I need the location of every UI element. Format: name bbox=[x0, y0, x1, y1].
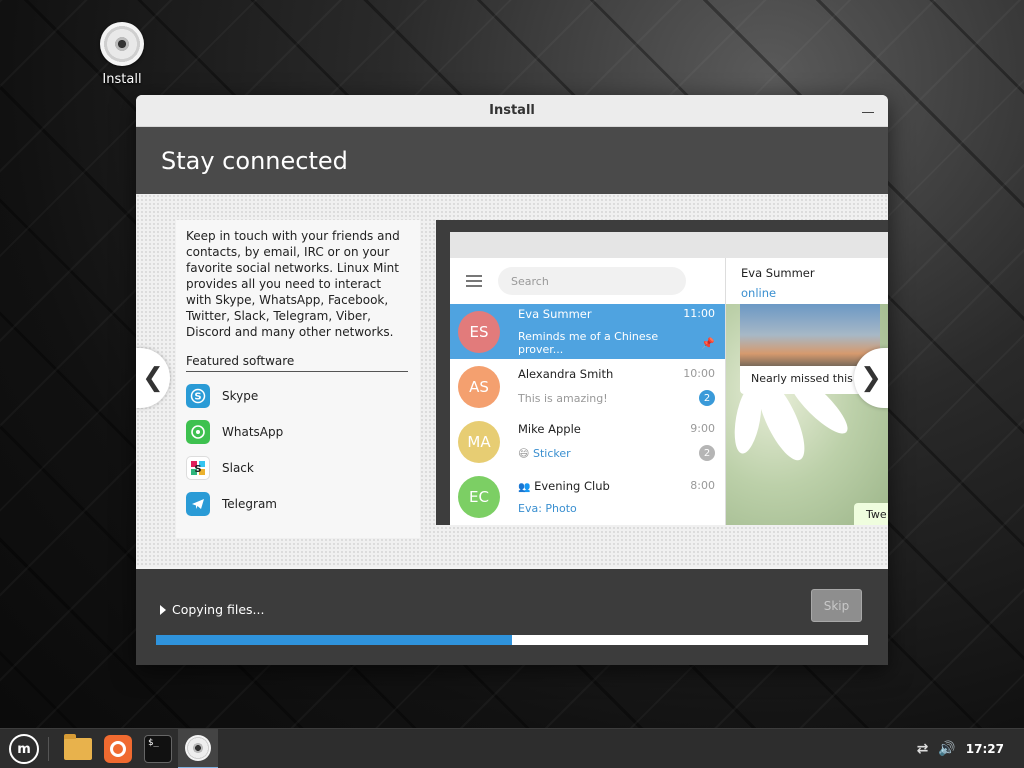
svg-text:S: S bbox=[194, 464, 201, 475]
featured-software-name: WhatsApp bbox=[222, 425, 284, 439]
featured-software-name: Telegram bbox=[222, 497, 277, 511]
chat-list-header: Search bbox=[450, 258, 725, 304]
chevron-left-icon: ❮ bbox=[142, 363, 164, 393]
chat-name: Alexandra Smith bbox=[518, 367, 614, 381]
terminal-icon: $_ bbox=[144, 735, 172, 763]
clock[interactable]: 17:27 bbox=[966, 742, 1004, 756]
slide-header: Stay connected bbox=[136, 127, 888, 194]
firefox-icon bbox=[104, 735, 132, 763]
system-tray: ⇄ 🔊 17:27 bbox=[917, 729, 1004, 768]
list-item: Telegram bbox=[186, 486, 420, 522]
minimize-icon[interactable] bbox=[862, 103, 874, 115]
conversation-name: Eva Summer bbox=[741, 266, 815, 280]
chat-message: Eva: Photo bbox=[518, 501, 577, 515]
conversation-header: Eva Summer online bbox=[726, 258, 888, 304]
window-titlebar[interactable]: Install bbox=[136, 95, 888, 127]
featured-software-name: Slack bbox=[222, 461, 254, 475]
chat-time: 10:00 bbox=[683, 367, 715, 380]
volume-icon[interactable]: 🔊 bbox=[938, 741, 955, 757]
chat-name: Evening Club bbox=[534, 478, 610, 493]
window-title: Install bbox=[489, 103, 535, 118]
chat-message: Reminds me of a Chinese prover... bbox=[518, 330, 659, 356]
files-launcher[interactable] bbox=[58, 729, 98, 768]
page-title: Stay connected bbox=[161, 146, 348, 175]
slide-text-panel: Keep in touch with your friends and cont… bbox=[176, 220, 420, 538]
emoji-icon: 😄 bbox=[518, 446, 530, 460]
avatar: MA bbox=[458, 420, 500, 463]
sunset-photo bbox=[740, 304, 880, 366]
svg-text:S: S bbox=[194, 392, 201, 403]
chat-row: EC 👥 Evening Club 8:00 Eva: Photo bbox=[450, 469, 725, 524]
telegram-chat-list: Search ES Eva Summer 11:00 Reminds me of … bbox=[450, 258, 726, 525]
installer-window: Install Stay connected Keep in touch wit… bbox=[136, 95, 888, 665]
group-icon: 👥 bbox=[518, 481, 531, 493]
list-item: S Slack bbox=[186, 450, 420, 486]
telegram-window: Search ES Eva Summer 11:00 Reminds me of … bbox=[450, 232, 888, 525]
chat-time: 11:00 bbox=[683, 307, 715, 320]
chat-row: AS Alexandra Smith 10:00 This is amazing!… bbox=[450, 359, 725, 414]
telegram-icon bbox=[186, 492, 210, 516]
menu-button[interactable]: m bbox=[4, 729, 44, 768]
folder-icon bbox=[64, 734, 92, 760]
unread-badge: 2 bbox=[699, 390, 715, 406]
chat-name: Eva Summer bbox=[518, 307, 592, 321]
chevron-right-icon: ❯ bbox=[860, 363, 882, 393]
previous-slide-button[interactable]: ❮ bbox=[136, 348, 170, 408]
linux-mint-logo-icon: m bbox=[9, 734, 39, 764]
conversation-background: Nearly missed this s Twe bbox=[726, 304, 888, 525]
taskbar: m $_ ⇄ 🔊 17:27 bbox=[0, 728, 1024, 768]
status-expander[interactable]: Copying files... bbox=[160, 602, 264, 617]
desktop-icon-label: Install bbox=[102, 72, 142, 87]
telegram-search-field: Search bbox=[498, 267, 686, 295]
taskbar-separator bbox=[48, 737, 49, 761]
hamburger-menu-icon bbox=[466, 275, 482, 287]
chat-row: MA Mike Apple 9:00 😄 Sticker 2 bbox=[450, 414, 725, 469]
installer-footer: Copying files... Skip bbox=[136, 569, 888, 665]
slideshow: Keep in touch with your friends and cont… bbox=[136, 194, 888, 567]
slack-icon: S bbox=[186, 456, 210, 480]
telegram-screenshot: Search ES Eva Summer 11:00 Reminds me of … bbox=[436, 220, 888, 525]
featured-software-title: Featured software bbox=[186, 354, 408, 372]
desktop-install-icon[interactable]: Install bbox=[94, 22, 150, 87]
progress-fill bbox=[156, 635, 512, 645]
disc-icon bbox=[185, 735, 211, 761]
chat-row: ES Eva Summer 11:00 Reminds me of a Chine… bbox=[450, 304, 725, 359]
skip-button[interactable]: Skip bbox=[811, 589, 862, 622]
conversation-status: online bbox=[741, 286, 777, 300]
chat-time: 8:00 bbox=[690, 478, 715, 492]
avatar: ES bbox=[458, 310, 500, 353]
install-task-button[interactable] bbox=[178, 729, 218, 768]
terminal-launcher[interactable]: $_ bbox=[138, 729, 178, 768]
featured-software-name: Skype bbox=[222, 389, 259, 403]
list-item: S Skype bbox=[186, 378, 420, 414]
expand-arrow-icon bbox=[160, 604, 166, 615]
list-item: WhatsApp bbox=[186, 414, 420, 450]
firefox-launcher[interactable] bbox=[98, 729, 138, 768]
install-progress-bar bbox=[156, 635, 868, 645]
chat-message: Sticker bbox=[532, 446, 571, 460]
message-bubble: Twe bbox=[854, 503, 888, 525]
chat-name: Mike Apple bbox=[518, 422, 581, 436]
pin-icon: 📌 bbox=[701, 336, 715, 350]
avatar: EC bbox=[458, 475, 500, 518]
whatsapp-icon bbox=[186, 420, 210, 444]
avatar: AS bbox=[458, 365, 500, 408]
slide-description: Keep in touch with your friends and cont… bbox=[186, 229, 400, 339]
status-text: Copying files... bbox=[172, 602, 265, 617]
skype-icon: S bbox=[186, 384, 210, 408]
chat-message: This is amazing! bbox=[518, 391, 608, 405]
disc-icon bbox=[100, 22, 144, 66]
telegram-titlebar bbox=[450, 232, 888, 258]
featured-software-list: S Skype WhatsApp S Slack Telegram bbox=[176, 378, 420, 522]
network-disconnected-icon[interactable]: ⇄ bbox=[917, 741, 929, 757]
unread-badge: 2 bbox=[699, 445, 715, 461]
chat-time: 9:00 bbox=[690, 422, 715, 435]
